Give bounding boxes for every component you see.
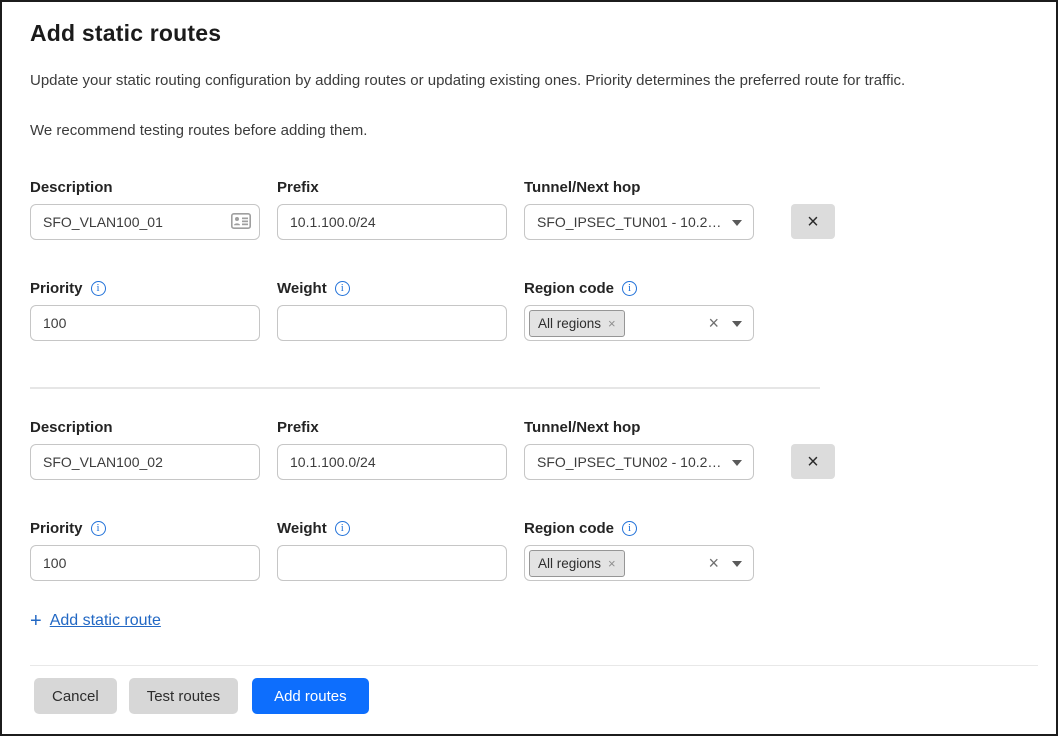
description-label: Description [30, 177, 260, 197]
route-1-row-2: Priority i Weight i Region code i [30, 278, 1034, 341]
tunnel-select[interactable]: SFO_IPSEC_TUN02 - 10.25... [524, 444, 754, 480]
chevron-down-icon [732, 561, 742, 567]
weight-field-group: Weight i [277, 518, 507, 581]
priority-field-group: Priority i [30, 278, 260, 341]
priority-label: Priority [30, 280, 83, 297]
region-tag-chip: All regions × [529, 550, 625, 577]
section-divider [30, 387, 820, 389]
footer-divider [30, 665, 1038, 666]
tunnel-selected-value: SFO_IPSEC_TUN01 - 10.25... [537, 214, 725, 230]
region-field-group: Region code i All regions × × [524, 518, 754, 581]
description-input[interactable] [30, 204, 260, 240]
contact-card-icon [231, 213, 251, 229]
info-icon[interactable]: i [622, 281, 637, 296]
info-icon[interactable]: i [91, 281, 106, 296]
add-static-route-row: + Add static route [30, 611, 1034, 631]
route-2-row-2: Priority i Weight i Region code i [30, 518, 1034, 581]
footer-actions: Cancel Test routes Add routes [30, 678, 1034, 714]
region-multiselect[interactable]: All regions × × [524, 545, 754, 581]
prefix-field-group: Prefix [277, 417, 507, 480]
region-tag-label: All regions [538, 556, 601, 571]
weight-field-group: Weight i [277, 278, 507, 341]
intro-text-1: Update your static routing configuration… [30, 71, 1034, 91]
prefix-field-group: Prefix [277, 177, 507, 240]
priority-input[interactable] [30, 545, 260, 581]
test-routes-button[interactable]: Test routes [129, 678, 238, 714]
add-static-routes-dialog: Add static routes Update your static rou… [0, 0, 1058, 736]
prefix-input[interactable] [277, 444, 507, 480]
info-icon[interactable]: i [622, 521, 637, 536]
tunnel-selected-value: SFO_IPSEC_TUN02 - 10.25... [537, 454, 725, 470]
tunnel-label: Tunnel/Next hop [524, 177, 754, 197]
route-section-1: Description Prefix [30, 177, 1034, 341]
add-routes-button[interactable]: Add routes [252, 678, 369, 714]
tunnel-field-group: Tunnel/Next hop SFO_IPSEC_TUN02 - 10.25.… [524, 417, 754, 480]
chip-remove-icon[interactable]: × [608, 557, 616, 570]
remove-route-button[interactable]: × [791, 444, 835, 479]
weight-input[interactable] [277, 545, 507, 581]
description-input[interactable] [30, 444, 260, 480]
chevron-down-icon [732, 460, 742, 466]
description-label: Description [30, 417, 260, 437]
description-field-group: Description [30, 177, 260, 240]
clear-selection-icon[interactable]: × [708, 314, 719, 332]
region-field-group: Region code i All regions × × [524, 278, 754, 341]
close-icon: × [807, 452, 819, 472]
region-tag-chip: All regions × [529, 310, 625, 337]
route-2-row-1: Description Prefix Tunnel/Next hop SFO_I… [30, 417, 1034, 480]
intro-text-2: We recommend testing routes before addin… [30, 121, 1034, 141]
prefix-input[interactable] [277, 204, 507, 240]
priority-input[interactable] [30, 305, 260, 341]
weight-input[interactable] [277, 305, 507, 341]
routes-form: Description Prefix [30, 177, 1034, 631]
region-tag-label: All regions [538, 316, 601, 331]
route-section-2: Description Prefix Tunnel/Next hop SFO_I… [30, 417, 1034, 581]
description-field-group: Description [30, 417, 260, 480]
tunnel-field-group: Tunnel/Next hop SFO_IPSEC_TUN01 - 10.25.… [524, 177, 754, 240]
priority-label: Priority [30, 520, 83, 537]
prefix-label: Prefix [277, 177, 507, 197]
weight-label: Weight [277, 280, 327, 297]
page-title: Add static routes [30, 20, 1034, 47]
region-multiselect[interactable]: All regions × × [524, 305, 754, 341]
info-icon[interactable]: i [91, 521, 106, 536]
chevron-down-icon [732, 220, 742, 226]
region-label: Region code [524, 280, 614, 297]
clear-selection-icon[interactable]: × [708, 554, 719, 572]
plus-icon: + [30, 611, 42, 631]
priority-field-group: Priority i [30, 518, 260, 581]
prefix-label: Prefix [277, 417, 507, 437]
route-1-row-1: Description Prefix [30, 177, 1034, 240]
close-icon: × [807, 212, 819, 232]
info-icon[interactable]: i [335, 521, 350, 536]
add-static-route-link[interactable]: Add static route [50, 612, 161, 630]
chip-remove-icon[interactable]: × [608, 317, 616, 330]
remove-route-button[interactable]: × [791, 204, 835, 239]
weight-label: Weight [277, 520, 327, 537]
chevron-down-icon [732, 321, 742, 327]
region-label: Region code [524, 520, 614, 537]
tunnel-label: Tunnel/Next hop [524, 417, 754, 437]
info-icon[interactable]: i [335, 281, 350, 296]
cancel-button[interactable]: Cancel [34, 678, 117, 714]
tunnel-select[interactable]: SFO_IPSEC_TUN01 - 10.25... [524, 204, 754, 240]
